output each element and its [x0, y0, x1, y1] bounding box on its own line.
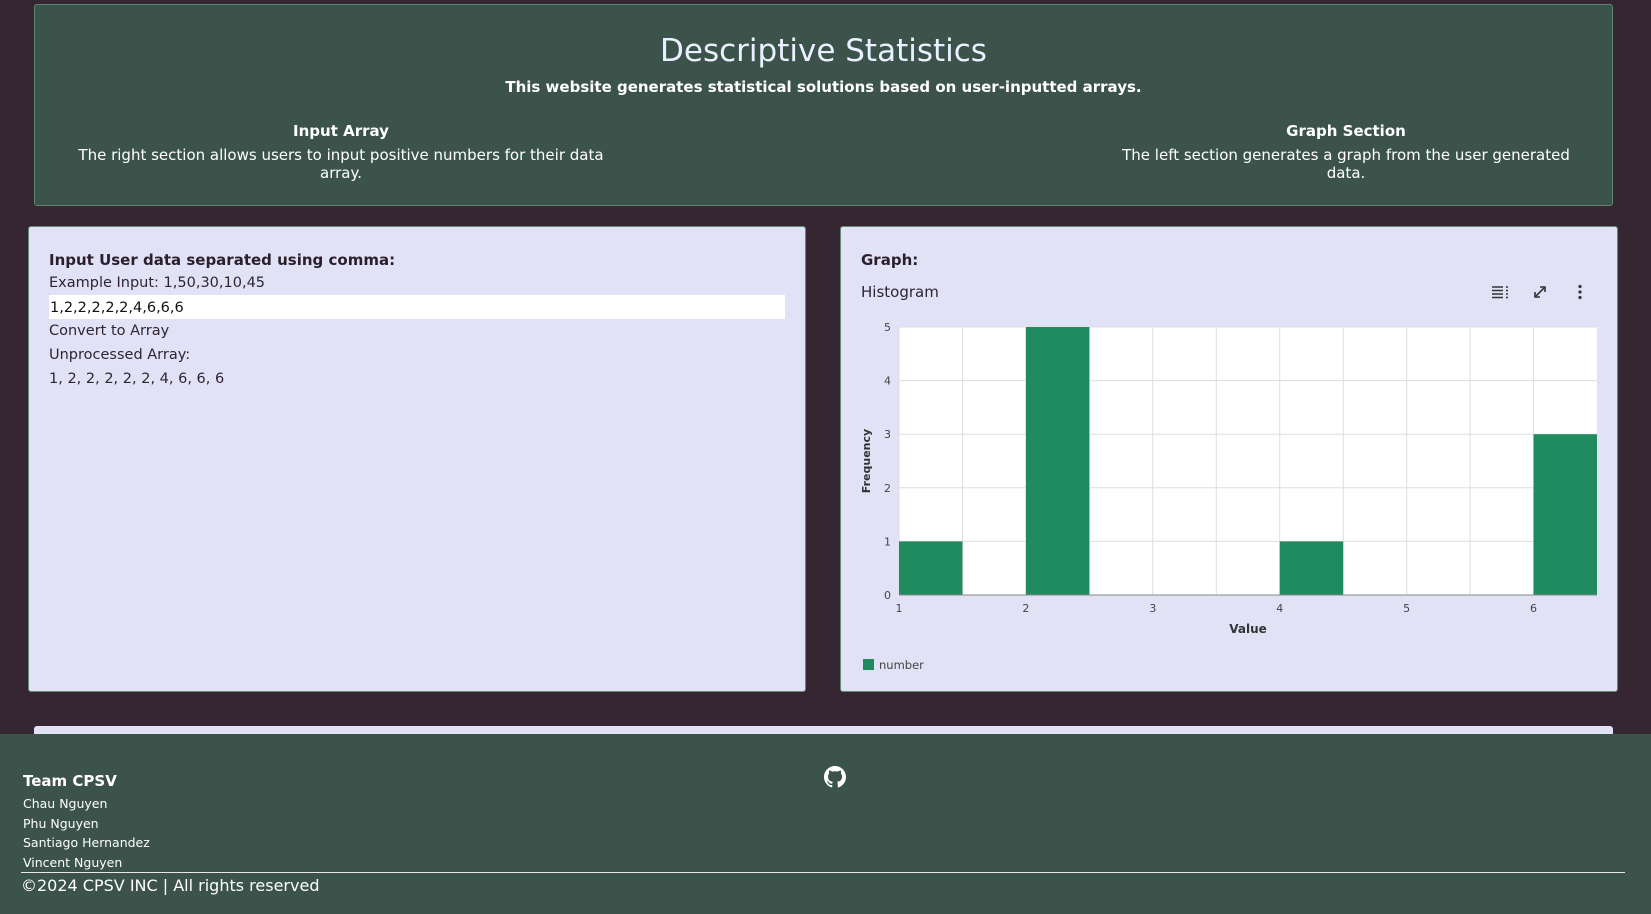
x-tick-label: 1 [896, 602, 903, 615]
y-tick-label: 5 [884, 321, 891, 334]
array-input-field[interactable] [49, 295, 785, 319]
footer: Team CPSV Chau Nguyen Phu Nguyen Santiag… [0, 734, 1651, 914]
team-member: Phu Nguyen [23, 815, 99, 831]
histogram-chart: 0123451 2 3 4 5 6ValueFrequencynumber [860, 321, 1597, 672]
histogram-bar [899, 541, 963, 595]
y-axis-title: Frequency [860, 429, 873, 493]
example-input-text: Example Input: 1,50,30,10,45 [49, 275, 266, 291]
unprocessed-array-value: 1, 2, 2, 2, 2, 2, 4, 6, 6, 6 [49, 371, 225, 387]
github-icon[interactable] [824, 766, 846, 788]
unprocessed-array-label: Unprocessed Array: [49, 347, 191, 363]
copyright-text: ©2024 CPSV INC | All rights reserved [21, 876, 320, 895]
input-panel: Input User data separated using comma: E… [28, 226, 806, 692]
feature-title: Graph Section [1286, 122, 1406, 140]
header-section: Descriptive Statistics This website gene… [34, 4, 1613, 206]
histogram-bar [1279, 541, 1344, 595]
input-label: Input User data separated using comma: [49, 251, 396, 269]
page-subtitle: This website generates statistical solut… [505, 78, 1142, 96]
team-member: Chau Nguyen [23, 796, 108, 811]
histogram-bar [1025, 327, 1090, 595]
x-axis-title: Value [1229, 622, 1267, 636]
feature-text: The right section allows users to input … [78, 146, 604, 182]
y-tick-label: 4 [884, 375, 891, 388]
legend-swatch [863, 659, 874, 670]
team-member: Vincent Nguyen [23, 854, 123, 870]
y-tick-label: 1 [884, 535, 891, 548]
x-tick-label: 5 [1403, 602, 1410, 615]
feature-input-array: Input Array The right section allows use… [71, 122, 611, 182]
x-tick-label: 6 [1530, 602, 1537, 615]
x-tick-label: 2 [1022, 602, 1029, 615]
feature-title: Input Array [293, 122, 389, 140]
feature-text: The left section generates a graph from … [1122, 146, 1570, 182]
footer-divider [21, 872, 1625, 873]
x-tick-label: 4 [1276, 602, 1283, 615]
histogram-bar [1533, 434, 1597, 595]
y-tick-label: 0 [884, 589, 891, 602]
plot-area [899, 327, 1597, 595]
team-title: Team CPSV [23, 772, 117, 790]
feature-graph-section: Graph Section The left section generates… [1111, 122, 1581, 182]
page-title: Descriptive Statistics [660, 33, 987, 69]
graph-panel: Graph: Histogram 0 1 2 3 4 5 1 2 3 4 5 6 Value Freque… [840, 226, 1618, 692]
team-member: Santiago Hernandez [23, 835, 150, 850]
x-tick-label: 3 [1149, 602, 1156, 615]
team-members-list: Chau Nguyen Phu Nguyen Santiago Hernande… [23, 794, 150, 872]
legend-label: number [879, 658, 924, 672]
y-tick-label: 3 [884, 428, 891, 441]
y-tick-label: 2 [884, 482, 891, 495]
convert-to-array-button[interactable]: Convert to Array [49, 323, 169, 339]
